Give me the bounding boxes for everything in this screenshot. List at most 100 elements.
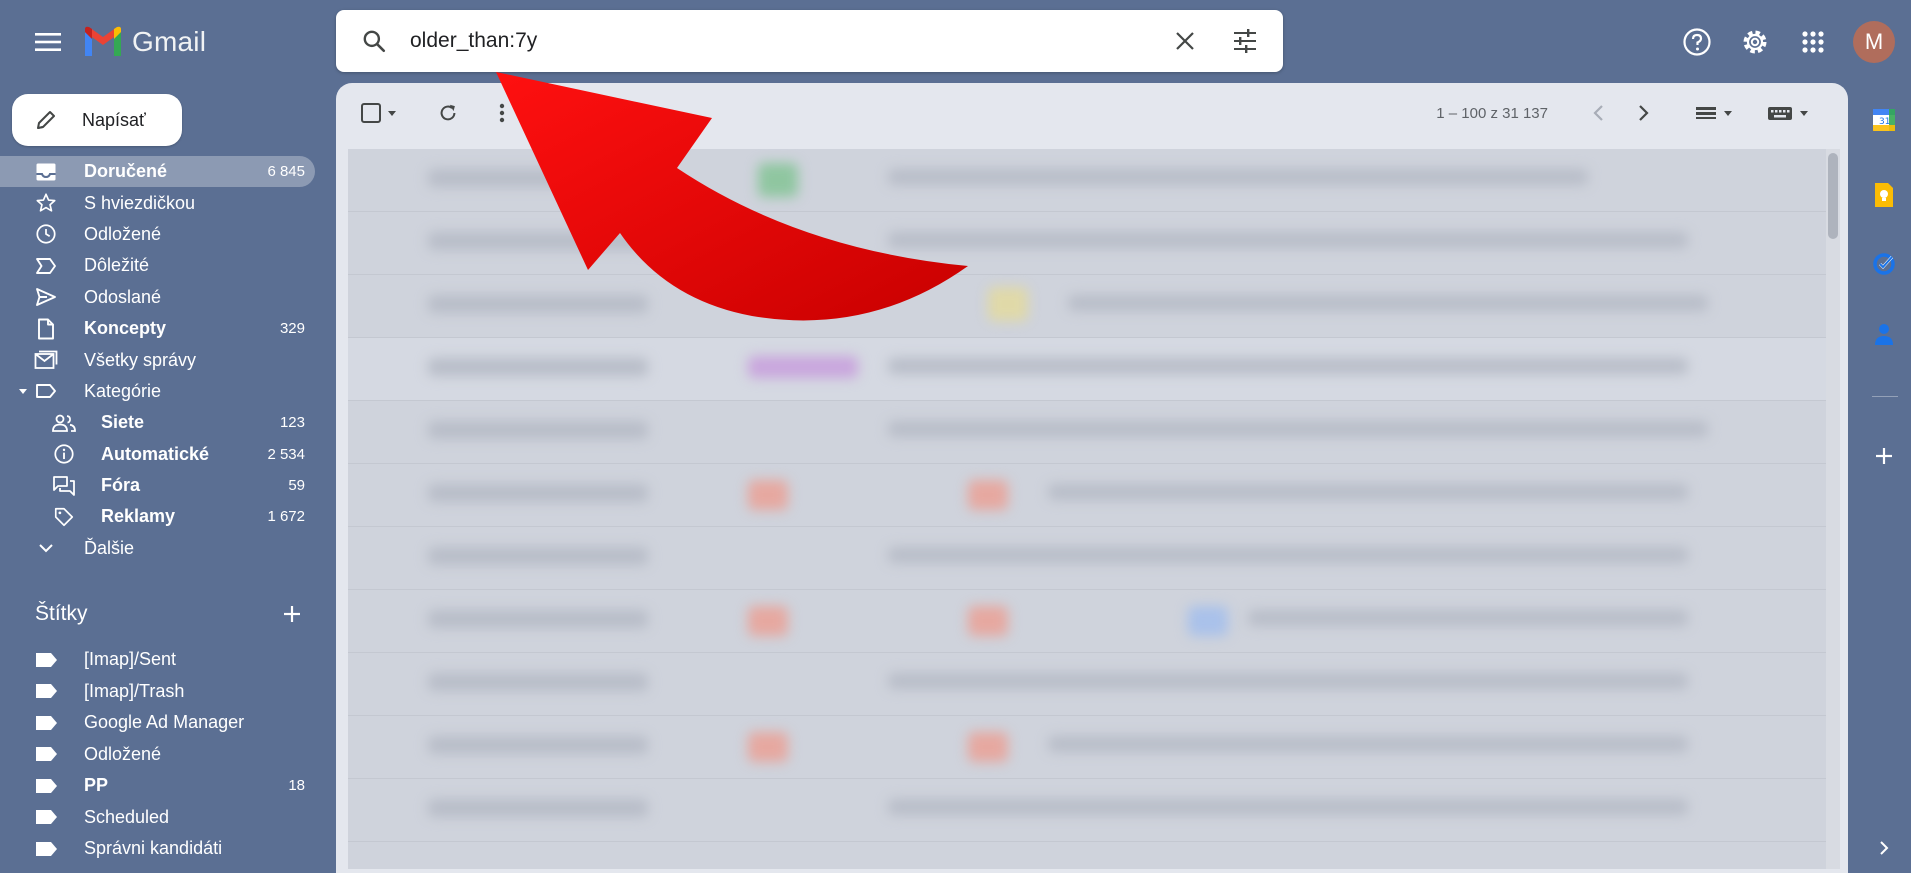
- chevron-left-icon: [1593, 105, 1603, 121]
- calendar-icon: 31: [1873, 109, 1895, 131]
- sidebar-item-label: S hviezdičkou: [84, 192, 196, 213]
- label-item[interactable]: Správni kandidáti: [0, 833, 315, 865]
- more-actions-button[interactable]: [482, 93, 522, 133]
- unread-count: 6 845: [267, 163, 305, 181]
- settings-button[interactable]: [1731, 18, 1779, 66]
- list-row: [348, 338, 1826, 401]
- tag-icon: [52, 505, 76, 529]
- label-icon: [36, 778, 57, 793]
- account-toolbar: M: [1673, 18, 1911, 66]
- get-addons-button[interactable]: [1866, 438, 1902, 474]
- list-row: [348, 716, 1826, 779]
- contacts-button[interactable]: [1866, 316, 1902, 352]
- label-name: Google Ad Manager: [84, 712, 245, 733]
- sidebar-item-promotions[interactable]: Reklamy 1 672: [0, 501, 315, 532]
- label-name: [Imap]/Trash: [84, 680, 185, 701]
- sidebar-item-label: Odoslané: [84, 286, 162, 307]
- sidebar-item-all-mail[interactable]: Všetky správy: [0, 344, 315, 375]
- inbox-icon: [34, 160, 58, 184]
- gmail-m-icon: [85, 26, 121, 56]
- clear-search-button[interactable]: [1165, 21, 1205, 61]
- search-button[interactable]: [354, 21, 394, 61]
- avatar[interactable]: M: [1853, 21, 1895, 63]
- list-row: [348, 149, 1826, 212]
- gear-icon: [1743, 30, 1767, 54]
- label-icon: [36, 841, 57, 856]
- calendar-button[interactable]: 31: [1866, 102, 1902, 138]
- list-row: [348, 653, 1826, 716]
- split-pane-icon: [1696, 107, 1732, 119]
- search-options-button[interactable]: [1225, 21, 1265, 61]
- show-side-panel-button[interactable]: [1866, 830, 1902, 866]
- sidebar-item-forums[interactable]: Fóra 59: [0, 470, 315, 501]
- side-panel-rail: 31: [1858, 90, 1911, 871]
- scrollbar-thumb[interactable]: [1828, 153, 1838, 239]
- info-icon: [52, 442, 76, 466]
- help-icon: [1683, 28, 1711, 56]
- sidebar-item-sent[interactable]: Odoslané: [0, 282, 315, 313]
- sidebar-item-categories[interactable]: Kategórie: [0, 376, 315, 407]
- refresh-button[interactable]: [428, 93, 468, 133]
- create-label-button[interactable]: [278, 600, 306, 628]
- sidebar-item-snoozed[interactable]: Odložené: [0, 219, 315, 250]
- density-toggle[interactable]: [1688, 93, 1744, 133]
- people-icon: [52, 411, 76, 435]
- gmail-wordmark: Gmail: [132, 26, 207, 57]
- compose-button[interactable]: Napísať: [12, 94, 182, 146]
- input-tools-toggle[interactable]: [1762, 93, 1818, 133]
- list-row: [348, 275, 1826, 338]
- caret-down-icon: [19, 389, 27, 395]
- hamburger-menu-icon: [35, 33, 61, 51]
- label-item[interactable]: PP 18: [0, 770, 315, 802]
- unread-count: 1 672: [267, 508, 305, 526]
- label-name: PP: [84, 775, 109, 796]
- plus-icon: [1876, 448, 1892, 464]
- label-item[interactable]: Odložené: [0, 739, 315, 771]
- main-menu-button[interactable]: [28, 22, 68, 62]
- refresh-icon: [440, 104, 456, 121]
- svg-text:31: 31: [1879, 117, 1890, 127]
- label-item[interactable]: Google Ad Manager: [0, 707, 315, 739]
- label-name: Správni kandidáti: [84, 838, 223, 859]
- apps-button[interactable]: [1789, 18, 1837, 66]
- label-outline-icon: [34, 379, 58, 403]
- pencil-icon: [37, 111, 55, 129]
- sidebar-item-more[interactable]: Ďalšie: [0, 533, 315, 564]
- sidebar-item-social[interactable]: Siete 123: [0, 407, 315, 438]
- label-icon: [36, 684, 57, 699]
- keep-button[interactable]: [1866, 177, 1902, 213]
- label-item[interactable]: Scheduled: [0, 802, 315, 834]
- sidebar-item-updates[interactable]: Automatické 2 534: [0, 439, 315, 470]
- draft-count: 329: [279, 320, 305, 338]
- close-icon: [1176, 32, 1194, 50]
- chevron-right-icon: [1639, 105, 1649, 121]
- contacts-icon: [1875, 324, 1893, 345]
- sidebar-item-label: Doručené: [84, 161, 168, 182]
- chevron-down-icon: [34, 536, 58, 560]
- sidebar-item-inbox[interactable]: Doručené 6 845: [0, 156, 315, 188]
- sidebar-item-drafts[interactable]: Koncepty 329: [0, 313, 315, 344]
- label-item[interactable]: [Imap]/Trash: [0, 676, 315, 708]
- sidebar-item-starred[interactable]: S hviezdičkou: [0, 187, 315, 218]
- label-item[interactable]: [Imap]/Sent: [0, 644, 315, 676]
- keep-icon: [1875, 183, 1893, 207]
- more-vert-icon: [499, 103, 505, 123]
- list-row: [348, 212, 1826, 275]
- checkbox-icon: [361, 103, 396, 123]
- tasks-button[interactable]: [1866, 246, 1902, 282]
- sidebar-item-label: Dôležité: [84, 255, 150, 276]
- gmail-logo[interactable]: Gmail: [82, 22, 206, 62]
- newer-page-button[interactable]: [1578, 93, 1618, 133]
- sidebar-item-label: Kategórie: [84, 380, 162, 401]
- sidebar-item-important[interactable]: Dôležité: [0, 250, 315, 281]
- list-scrollbar[interactable]: [1826, 149, 1840, 869]
- search-input[interactable]: [408, 20, 1112, 62]
- unread-count: 2 534: [267, 445, 305, 463]
- older-page-button[interactable]: [1624, 93, 1664, 133]
- select-all-checkbox[interactable]: [352, 93, 408, 133]
- sidebar-nav: Doručené 6 845 S hviezdičkou Odložené Dô…: [0, 156, 330, 564]
- keyboard-icon: [1768, 107, 1808, 120]
- support-button[interactable]: [1673, 18, 1721, 66]
- list-row: [348, 590, 1826, 653]
- sidebar-item-label: Koncepty: [84, 318, 167, 339]
